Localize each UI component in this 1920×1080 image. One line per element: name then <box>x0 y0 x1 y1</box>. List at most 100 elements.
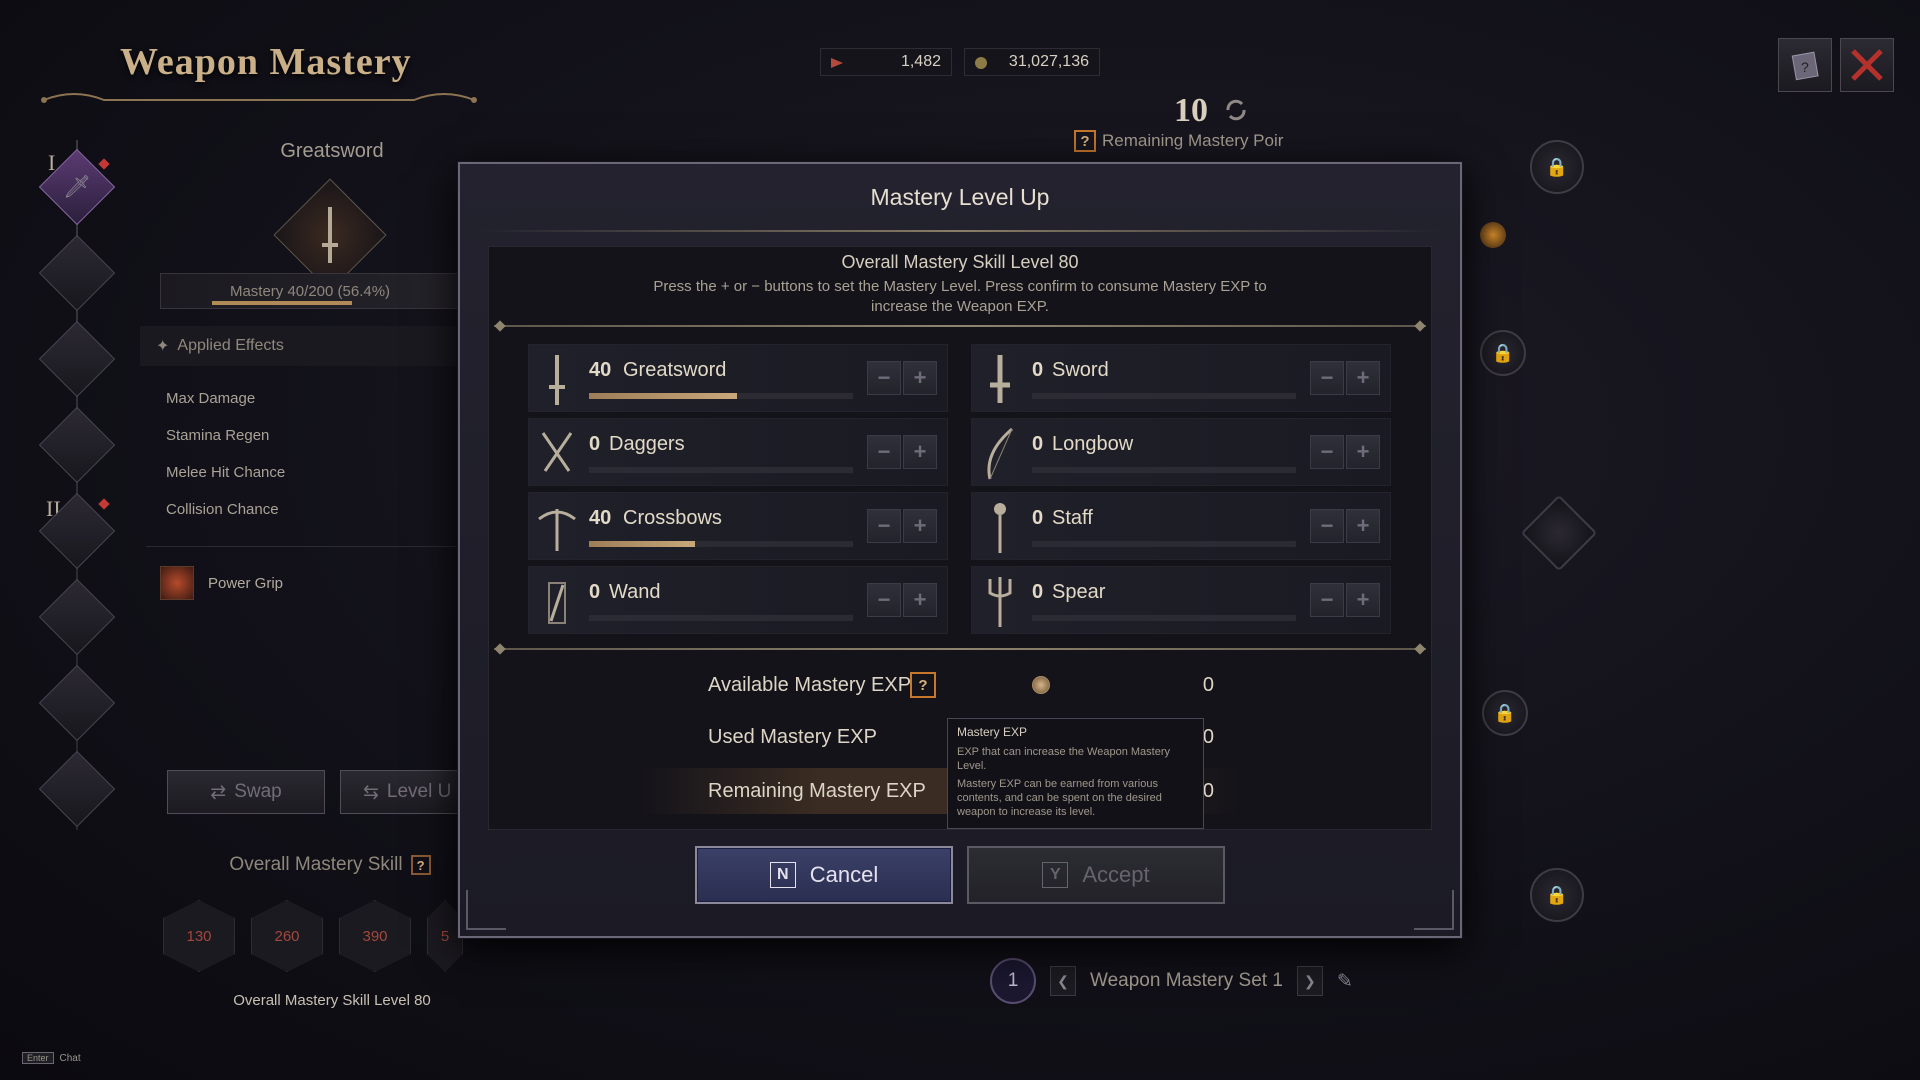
mastery-node[interactable]: 🔒 <box>1530 868 1584 922</box>
weapon-progress-track <box>1032 541 1296 547</box>
mastery-set-selector: 1 ❮ Weapon Mastery Set 1 ❯ ✎ <box>990 958 1353 1004</box>
rail-spear-tab[interactable] <box>38 750 116 828</box>
rail-wand-tab[interactable] <box>38 664 116 742</box>
weapon-level: 0 <box>1032 359 1044 381</box>
effects-icon: ✦ <box>156 338 170 355</box>
chat-hint[interactable]: Enter Chat <box>22 1052 81 1064</box>
set-label: Weapon Mastery Set 1 <box>1090 970 1283 991</box>
chat-label: Chat <box>59 1052 81 1064</box>
prev-set-button[interactable]: ❮ <box>1050 966 1076 996</box>
next-set-button[interactable]: ❯ <box>1296 966 1323 996</box>
mastery-exp-icon <box>1032 676 1050 694</box>
rail-staff-tab[interactable] <box>38 578 116 656</box>
increase-longbow-button[interactable]: + <box>1346 435 1380 469</box>
skill-power-grip[interactable]: Power Grip <box>160 566 283 600</box>
currency-1-value: 1,482 <box>900 53 941 70</box>
weapon-progress-track <box>589 615 853 621</box>
increase-crossbows-button[interactable]: + <box>903 509 937 543</box>
overall-level-text: Overall Mastery Skill Level 80 <box>233 992 431 1009</box>
level-up-label: Level U <box>386 781 452 802</box>
applied-effects-header: ✦ Applied Effects <box>140 326 460 366</box>
increase-staff-button[interactable]: + <box>1346 509 1380 543</box>
page-title: Weapon Mastery <box>120 41 412 83</box>
remaining-points-value: 10 <box>1174 92 1208 129</box>
swap-icon: ⇄ <box>210 781 227 803</box>
tooltip-text: EXP that can increase the Weapon Mastery… <box>957 746 1170 772</box>
increase-daggers-button[interactable]: + <box>903 435 937 469</box>
mastery-node[interactable]: 🔒 <box>1482 690 1528 736</box>
gold-coin-icon <box>975 57 987 69</box>
token-icon <box>831 58 843 68</box>
daggers-icon <box>535 425 579 481</box>
alert-dot <box>98 498 110 510</box>
weapon-level: 0 <box>1032 581 1044 603</box>
currency-1: 1,482 <box>820 48 952 76</box>
effect-item: Max Damage <box>166 390 256 407</box>
accept-label: Accept <box>1082 862 1150 887</box>
decrease-spear-button[interactable]: − <box>1310 583 1344 617</box>
description-line: Press the + or − buttons to set the Mast… <box>653 278 1267 295</box>
refresh-icon[interactable] <box>1222 96 1250 124</box>
currency-2-value: 31,027,136 <box>1008 53 1089 70</box>
weapon-name: Daggers <box>609 433 685 455</box>
greatsword-emblem-icon <box>322 207 338 263</box>
cancel-button[interactable]: N Cancel <box>695 846 953 904</box>
decrease-sword-button[interactable]: − <box>1310 361 1344 395</box>
mastery-node[interactable]: 🔒 <box>1530 140 1584 194</box>
edit-set-icon[interactable]: ✎ <box>1337 970 1353 993</box>
rail-sword-tab[interactable] <box>38 234 116 312</box>
power-grip-icon <box>160 566 194 600</box>
fire-skill-icon[interactable] <box>1480 222 1506 248</box>
swap-button[interactable]: ⇄ Swap <box>167 770 325 814</box>
increase-greatsword-button[interactable]: + <box>903 361 937 395</box>
decrease-greatsword-button[interactable]: − <box>867 361 901 395</box>
weapon-name: Wand <box>609 581 661 603</box>
weapon-level: 0 <box>1032 433 1044 455</box>
weapon-level: 40 <box>589 507 612 529</box>
crossbow-icon <box>535 499 579 555</box>
help-icon[interactable]: ? <box>1074 130 1096 152</box>
weapon-progress-fill <box>589 393 737 399</box>
remaining-points-label: ? Remaining Mastery Poir <box>1074 130 1283 152</box>
weapon-name: Spear <box>1052 581 1106 603</box>
effect-item: Collision Chance <box>166 501 279 518</box>
weapon-progress-track <box>1032 615 1296 621</box>
milestone-260[interactable]: 260 <box>251 900 323 972</box>
corner-ornament <box>1414 890 1454 930</box>
mastery-node[interactable] <box>1520 494 1598 572</box>
accept-button[interactable]: Y Accept <box>967 846 1225 904</box>
decrease-longbow-button[interactable]: − <box>1310 435 1344 469</box>
mastery-node[interactable]: 🔒 <box>1480 330 1526 376</box>
wand-icon <box>535 573 579 629</box>
level-up-button[interactable]: ⇆ Level U <box>340 770 458 814</box>
used-exp-value: 0 <box>1202 725 1214 748</box>
rail-daggers-tab[interactable] <box>38 320 116 398</box>
milestone-130[interactable]: 130 <box>163 900 235 972</box>
skill-name: Power Grip <box>208 574 284 592</box>
increase-sword-button[interactable]: + <box>1346 361 1380 395</box>
decrease-crossbows-button[interactable]: − <box>867 509 901 543</box>
guide-button[interactable]: ? <box>1778 38 1832 92</box>
milestone-390[interactable]: 390 <box>339 900 411 972</box>
weapon-level: 0 <box>589 581 601 603</box>
overall-skill-level: Overall Mastery Skill Level 80 <box>841 252 1079 272</box>
weapon-progress-track <box>589 541 853 547</box>
tooltip-text: Mastery EXP can be earned from various c… <box>957 778 1162 818</box>
weapon-progress-track <box>589 393 853 399</box>
used-exp-label: Used Mastery EXP <box>708 725 877 748</box>
rail-longbow-tab[interactable] <box>38 406 116 484</box>
help-icon[interactable]: ? <box>910 672 936 698</box>
close-button[interactable] <box>1840 38 1894 92</box>
decrease-daggers-button[interactable]: − <box>867 435 901 469</box>
weapon-level: 0 <box>1032 507 1044 529</box>
decrease-wand-button[interactable]: − <box>867 583 901 617</box>
decrease-staff-button[interactable]: − <box>1310 509 1344 543</box>
set-number: 1 <box>990 958 1036 1004</box>
help-icon[interactable]: ? <box>410 855 431 875</box>
level-up-icon: ⇆ <box>363 781 379 803</box>
increase-wand-button[interactable]: + <box>903 583 937 617</box>
increase-spear-button[interactable]: + <box>1346 583 1380 617</box>
remaining-exp-label: Remaining Mastery EXP <box>708 779 926 802</box>
cancel-label: Cancel <box>809 862 879 887</box>
tooltip-title: Mastery EXP <box>957 725 1028 739</box>
